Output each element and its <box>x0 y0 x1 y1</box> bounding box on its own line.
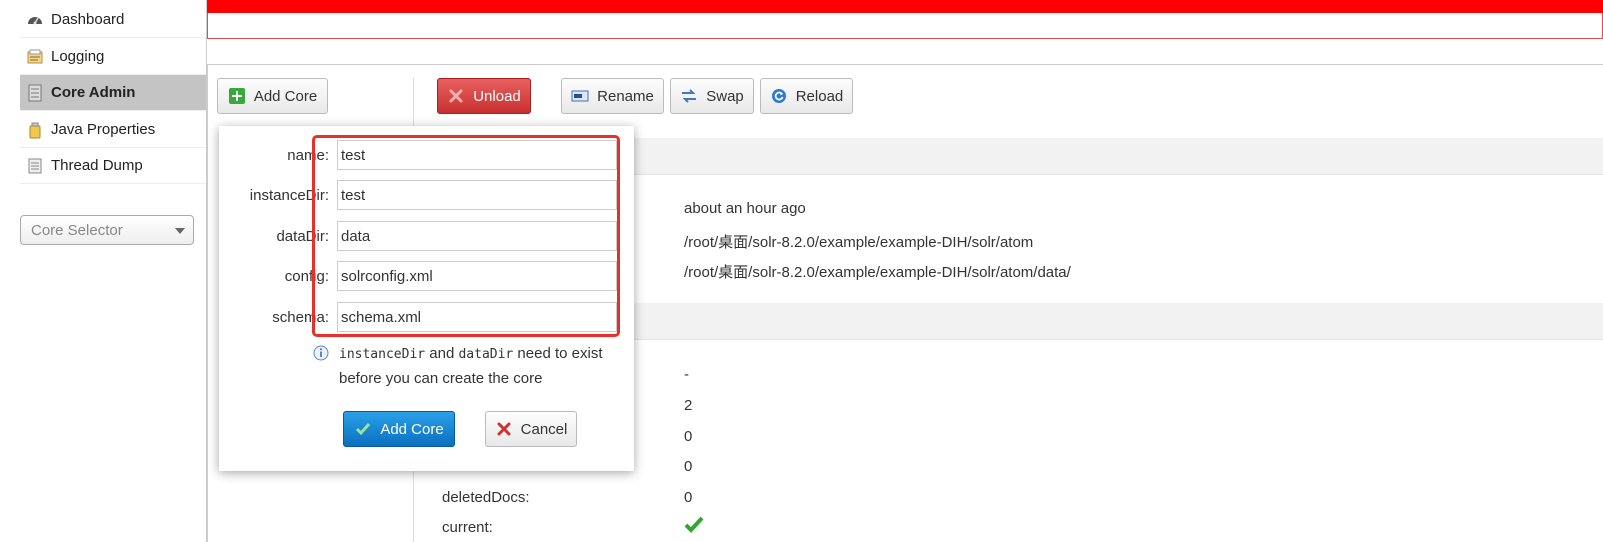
chevron-down-icon <box>175 228 185 234</box>
header-message-box <box>207 13 1603 39</box>
rename-icon <box>571 87 589 105</box>
sidebar-item-label: Dashboard <box>51 11 125 28</box>
checkmark-icon <box>354 420 372 438</box>
sidebar-item-label: Java Properties <box>51 121 156 138</box>
plus-icon <box>228 87 246 105</box>
sidebar-item-logging[interactable]: Logging <box>20 39 206 75</box>
sidebar-item-core-admin[interactable]: Core Admin <box>20 75 206 111</box>
reload-label: Reload <box>795 87 844 105</box>
data-dir-value: /root/桌面/solr-8.2.0/example/example-DIH/… <box>684 264 1071 281</box>
add-core-button[interactable]: Add Core <box>217 78 328 114</box>
dashboard-icon <box>26 11 44 29</box>
cancel-button[interactable]: Cancel <box>485 411 577 447</box>
core-selector[interactable]: Core Selector <box>20 215 194 245</box>
note-code-datadir: dataDir <box>458 347 514 362</box>
core-admin-icon <box>26 84 44 102</box>
rename-label: Rename <box>597 87 654 105</box>
close-icon <box>495 420 513 438</box>
last-modified-value: - <box>684 366 689 383</box>
unload-button[interactable]: Unload <box>437 78 531 114</box>
start-time-value: about an hour ago <box>684 200 806 217</box>
thread-dump-icon <box>26 157 44 175</box>
info-icon <box>313 345 329 365</box>
swap-button[interactable]: Swap <box>670 78 754 114</box>
sidebar-item-label: Logging <box>51 48 105 65</box>
add-core-label: Add Core <box>253 87 318 105</box>
java-properties-icon <box>26 121 44 139</box>
sidebar-item-dashboard[interactable]: Dashboard <box>20 2 206 38</box>
highlight-annotation <box>312 135 620 337</box>
version-value: 2 <box>684 397 693 414</box>
rename-button[interactable]: Rename <box>561 78 664 114</box>
instance-dir-value: /root/桌面/solr-8.2.0/example/example-DIH/… <box>684 234 1034 251</box>
reload-icon <box>770 87 788 105</box>
note-code-instancedir: instanceDir <box>339 347 426 362</box>
cancel-label: Cancel <box>520 420 568 438</box>
swap-icon <box>680 87 698 105</box>
sidebar-item-label: Thread Dump <box>51 157 143 174</box>
sidebar: Dashboard Logging Core Admin Java Proper… <box>0 0 206 542</box>
sidebar-item-java-properties[interactable]: Java Properties <box>20 112 206 148</box>
check-icon <box>684 515 704 537</box>
note-and: and <box>425 345 459 362</box>
core-selector-placeholder: Core Selector <box>31 221 123 239</box>
num-docs-value: 0 <box>684 428 693 445</box>
close-icon <box>447 87 465 105</box>
unload-label: Unload <box>473 87 521 105</box>
note-rest: need to exist <box>513 345 603 362</box>
deleted-docs-label: deletedDocs: <box>442 489 530 506</box>
dialog-note-line2: before you can create the core <box>339 370 543 387</box>
confirm-add-core-button[interactable]: Add Core <box>343 411 455 447</box>
logging-icon <box>26 48 44 66</box>
reload-button[interactable]: Reload <box>760 78 853 114</box>
swap-label: Swap <box>706 87 744 105</box>
deleted-docs-value: 0 <box>684 489 693 506</box>
current-label: current: <box>442 519 493 536</box>
header-bar <box>207 0 1603 13</box>
confirm-add-core-label: Add Core <box>380 420 444 438</box>
sidebar-item-label: Core Admin <box>51 84 136 101</box>
max-doc-value: 0 <box>684 458 693 475</box>
sidebar-item-thread-dump[interactable]: Thread Dump <box>20 148 206 184</box>
dialog-note-line1: instanceDir and dataDir need to exist <box>339 345 603 362</box>
